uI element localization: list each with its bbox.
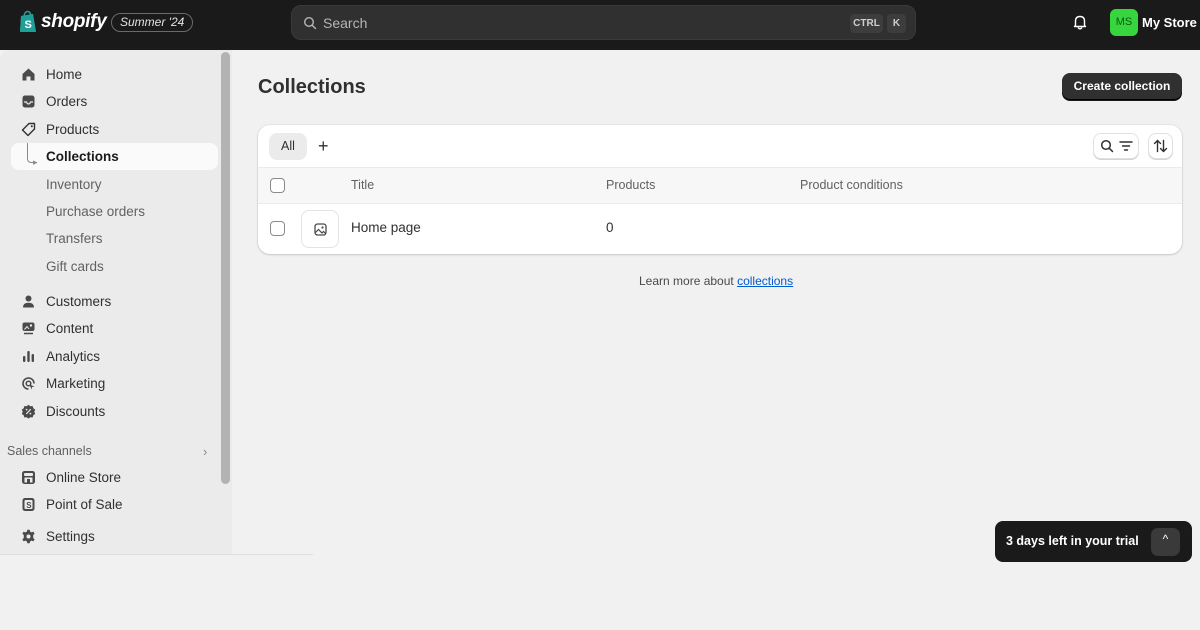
sidebar-item-label: Transfers xyxy=(46,231,103,246)
sidebar-item-label: Purchase orders xyxy=(46,204,146,219)
sidebar-item-label: Content xyxy=(46,321,94,336)
search-icon xyxy=(303,16,317,30)
bar-chart-icon xyxy=(23,351,34,362)
row-checkbox[interactable] xyxy=(270,221,285,236)
search-input[interactable]: Search CTRL K xyxy=(291,5,916,40)
create-collection-button[interactable]: Create collection xyxy=(1062,73,1182,100)
tag-icon xyxy=(21,122,36,137)
sidebar-item-gift-cards[interactable]: Gift cards xyxy=(11,253,218,280)
table-header: Title Products Product conditions xyxy=(258,167,1182,204)
sidebar-item-label: Orders xyxy=(46,94,88,109)
sidebar-item-label: Inventory xyxy=(46,177,102,192)
sidebar-item-inventory[interactable]: Inventory xyxy=(11,171,218,198)
top-bar: S shopify Summer '24 Search CTRL K MS My… xyxy=(0,0,1200,50)
shopify-bag-icon: S xyxy=(20,10,36,32)
collection-thumbnail xyxy=(301,210,339,248)
sidebar-item-label: Point of Sale xyxy=(46,497,123,512)
sidebar-scrollbar[interactable] xyxy=(221,52,230,484)
search-filter-button[interactable] xyxy=(1093,133,1139,159)
sidebar-item-label: Online Store xyxy=(46,470,122,485)
sidebar-item-label: Collections xyxy=(46,149,119,164)
table-row[interactable]: Home page 0 xyxy=(258,204,1182,254)
pos-icon: S xyxy=(22,498,35,511)
gear-icon xyxy=(22,529,35,544)
brand-name: shopify xyxy=(41,11,107,32)
sidebar-item-discounts[interactable]: Discounts xyxy=(11,398,218,425)
sidebar-item-marketing[interactable]: Marketing xyxy=(11,370,218,397)
learn-more-text: Learn more about xyxy=(639,274,734,288)
sidebar-item-home[interactable]: Home xyxy=(11,61,218,88)
collection-title[interactable]: Home page xyxy=(351,220,421,235)
image-placeholder-icon xyxy=(314,223,327,236)
sidebar-item-transfers[interactable]: Transfers xyxy=(11,225,218,252)
sidebar-divider xyxy=(0,554,313,555)
bell-icon[interactable] xyxy=(1071,13,1089,31)
person-icon xyxy=(23,295,34,308)
filter-icon xyxy=(1119,141,1133,151)
search-icon xyxy=(1100,139,1114,153)
sidebar-item-label: Gift cards xyxy=(46,259,104,274)
svg-text:S: S xyxy=(26,501,32,510)
sidebar-item-label: Discounts xyxy=(46,404,106,419)
sidebar-item-collections[interactable]: Collections xyxy=(11,143,218,170)
column-header-title[interactable]: Title xyxy=(351,178,374,192)
sidebar-item-orders[interactable]: Orders xyxy=(11,88,218,115)
shortcut-key-ctrl: CTRL xyxy=(850,14,883,33)
home-icon xyxy=(22,68,35,81)
shopify-logo[interactable]: S shopify xyxy=(18,10,107,34)
chevron-up-icon[interactable]: ^ xyxy=(1151,528,1180,556)
sidebar-item-label: Marketing xyxy=(46,376,106,391)
shortcut-key-k: K xyxy=(887,14,906,33)
sidebar-item-content[interactable]: Content xyxy=(11,315,218,342)
sidebar-item-purchase-orders[interactable]: Purchase orders xyxy=(11,198,218,225)
column-header-product-conditions: Product conditions xyxy=(800,178,903,192)
sort-icon xyxy=(1153,139,1168,153)
trial-banner: 3 days left in your trial ^ xyxy=(995,521,1192,562)
column-header-products[interactable]: Products xyxy=(606,178,655,192)
collections-card: All + Title Products Product conditions xyxy=(258,125,1182,254)
tab-all[interactable]: All xyxy=(269,133,307,160)
add-view-button[interactable]: + xyxy=(318,134,329,158)
tree-arrow-icon: ▸ xyxy=(33,157,38,167)
target-icon xyxy=(22,377,35,390)
sidebar-item-label: Products xyxy=(46,122,100,137)
svg-text:S: S xyxy=(25,19,32,31)
sort-button[interactable] xyxy=(1148,133,1173,159)
sidebar-item-online-store[interactable]: Online Store xyxy=(11,464,218,491)
sidebar-item-label: Settings xyxy=(46,529,95,544)
page-title: Collections xyxy=(258,76,366,98)
sidebar-item-settings[interactable]: Settings xyxy=(11,523,218,550)
edition-badge[interactable]: Summer '24 xyxy=(111,13,194,32)
content-icon xyxy=(22,322,35,335)
inbox-icon xyxy=(22,95,35,108)
sidebar-item-point-of-sale[interactable]: S Point of Sale xyxy=(11,491,218,518)
learn-more: Learn more about collections xyxy=(639,274,793,288)
sidebar-item-label: Customers xyxy=(46,294,112,309)
sales-channels-heading: Sales channels xyxy=(7,444,92,458)
trial-text: 3 days left in your trial xyxy=(1006,534,1139,548)
search-placeholder: Search xyxy=(323,15,368,31)
collections-help-link[interactable]: collections xyxy=(737,274,793,288)
store-icon xyxy=(22,471,35,484)
chevron-right-icon[interactable]: › xyxy=(203,444,207,459)
sidebar-item-analytics[interactable]: Analytics xyxy=(11,343,218,370)
sidebar-item-products[interactable]: Products xyxy=(11,116,218,143)
select-all-checkbox[interactable] xyxy=(270,178,285,193)
sidebar-item-label: Home xyxy=(46,67,83,82)
sidebar-item-label: Analytics xyxy=(46,349,101,364)
collection-product-count: 0 xyxy=(606,220,614,235)
store-name[interactable]: My Store xyxy=(1142,15,1197,30)
avatar[interactable]: MS xyxy=(1110,9,1138,36)
discount-icon xyxy=(21,404,36,419)
sidebar-item-customers[interactable]: Customers xyxy=(11,288,218,315)
